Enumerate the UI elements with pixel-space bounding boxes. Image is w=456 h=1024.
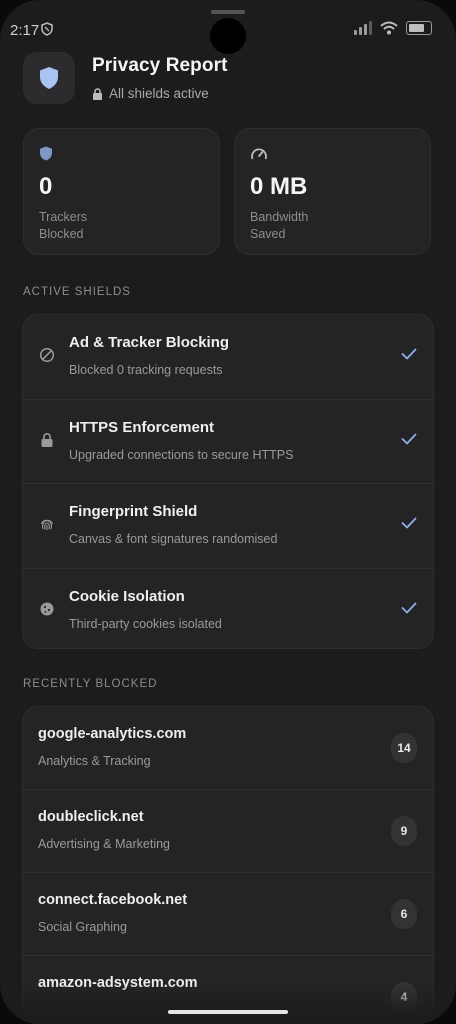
check-icon — [401, 517, 417, 529]
shield-icon — [40, 146, 52, 161]
blocked-count-badge: 14 — [391, 733, 417, 763]
cookie-icon — [40, 602, 54, 615]
trackers-label: Trackers Blocked — [39, 210, 88, 241]
blocked-category: Advertising & Marketing — [38, 837, 171, 851]
report-header: Privacy Report All shields active — [23, 52, 228, 104]
active-shields-list: Ad & Tracker Blocking Blocked 0 tracking… — [22, 314, 434, 649]
shield-desc: Third-party cookies isolated — [69, 616, 222, 631]
blocked-category: Analytics & Tracking — [38, 754, 151, 768]
block-icon — [39, 347, 55, 363]
shield-desc: Upgraded connections to secure HTTPS — [69, 447, 294, 462]
app-shield-badge — [23, 52, 75, 104]
gauge-icon — [251, 148, 267, 160]
shield-icon — [40, 67, 58, 89]
blocked-item[interactable]: google-analytics.com Analytics & Trackin… — [23, 707, 433, 790]
recently-blocked-list: google-analytics.com Analytics & Trackin… — [22, 706, 434, 1024]
check-icon — [401, 602, 417, 613]
shield-item-fingerprint[interactable]: Fingerprint Shield Canvas & font signatu… — [23, 484, 433, 569]
lock-icon — [93, 87, 102, 100]
vpn-shield-icon — [41, 22, 53, 36]
fingerprint-icon — [40, 519, 54, 530]
shield-item-cookie[interactable]: Cookie Isolation Third-party cookies iso… — [23, 569, 433, 649]
scroll-fade — [0, 984, 456, 1024]
blocked-count-badge: 6 — [391, 899, 417, 929]
check-icon — [401, 348, 417, 360]
status-bar: 2:17 — [0, 0, 456, 54]
shield-name: HTTPS Enforcement — [69, 418, 215, 436]
check-icon — [401, 433, 417, 444]
wifi-icon — [380, 21, 398, 35]
camera-cutout — [210, 18, 246, 54]
subtitle-text: All shields active — [109, 86, 209, 101]
page-title: Privacy Report — [92, 55, 228, 76]
blocked-domain: doubleclick.net — [38, 809, 144, 825]
home-indicator[interactable] — [168, 1010, 288, 1014]
signal-icon — [354, 21, 372, 35]
shield-name: Cookie Isolation — [69, 587, 185, 605]
phone-screen: 2:17 Privacy Report All shields active 0… — [0, 0, 456, 1024]
shield-name: Fingerprint Shield — [69, 503, 198, 520]
shield-item-https[interactable]: HTTPS Enforcement Upgraded connections t… — [23, 400, 433, 484]
recently-blocked-heading: RECENTLY BLOCKED — [23, 678, 158, 690]
status-indicators — [354, 21, 432, 35]
shield-desc: Blocked 0 tracking requests — [69, 363, 223, 377]
blocked-count-badge: 9 — [391, 816, 417, 846]
blocked-domain: connect.facebook.net — [38, 892, 188, 908]
status-time: 2:17 — [10, 22, 40, 39]
bandwidth-value: 0 MB — [250, 173, 308, 200]
shield-name: Ad & Tracker Blocking — [69, 334, 230, 351]
battery-icon — [406, 21, 432, 35]
trackers-count: 0 — [39, 173, 53, 200]
blocked-item[interactable]: connect.facebook.net Social Graphing 6 — [23, 873, 433, 956]
lock-icon — [41, 432, 53, 447]
shields-status: All shields active — [92, 86, 228, 101]
bandwidth-label: Bandwidth Saved — [250, 210, 309, 241]
blocked-domain: google-analytics.com — [38, 726, 187, 742]
bandwidth-saved-card[interactable]: 0 MB Bandwidth Saved — [234, 128, 431, 255]
notch-bar — [211, 10, 245, 14]
active-shields-heading: ACTIVE SHIELDS — [23, 286, 131, 298]
shield-desc: Canvas & font signatures randomised — [69, 532, 278, 546]
blocked-category: Social Graphing — [38, 920, 127, 934]
trackers-blocked-card[interactable]: 0 Trackers Blocked — [23, 128, 220, 255]
blocked-item[interactable]: doubleclick.net Advertising & Marketing … — [23, 790, 433, 873]
shield-item-ad-tracker[interactable]: Ad & Tracker Blocking Blocked 0 tracking… — [23, 315, 433, 400]
